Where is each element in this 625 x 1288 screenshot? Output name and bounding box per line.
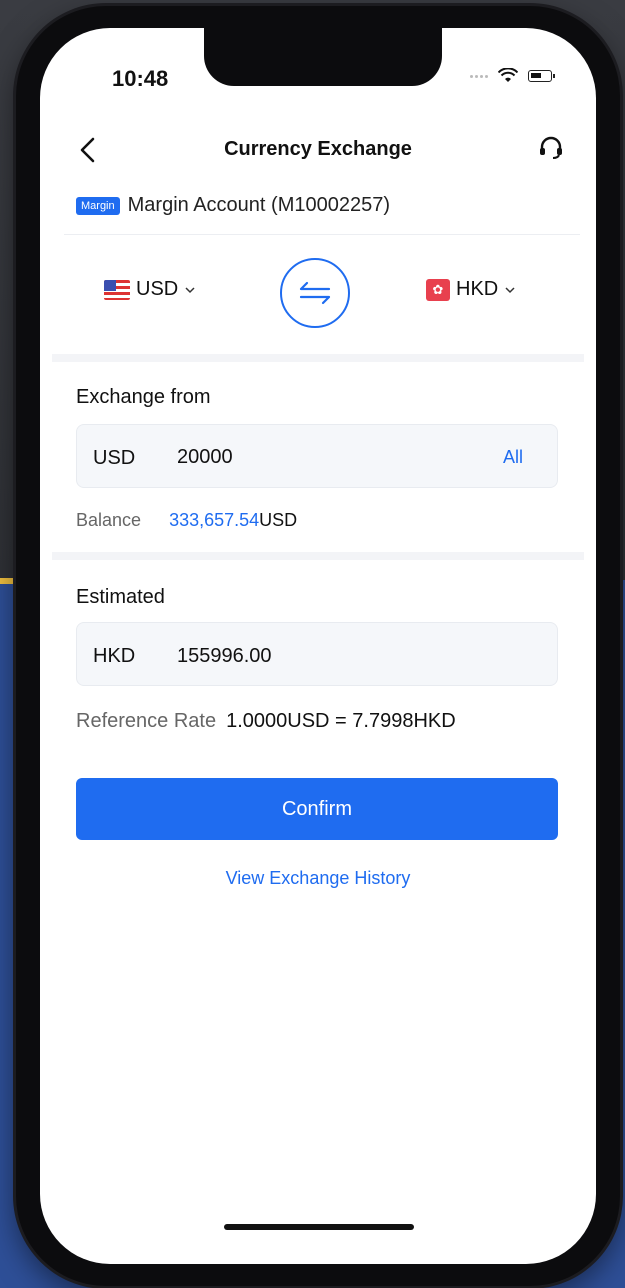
balance-amount: 333,657.54 <box>169 510 260 530</box>
confirm-button[interactable]: Confirm <box>76 778 558 840</box>
section-divider <box>52 354 584 362</box>
reference-rate-label: Reference Rate <box>76 710 217 732</box>
page-title: Currency Exchange <box>224 138 412 160</box>
account-name: Margin Account (M10002257) <box>127 194 390 216</box>
from-currency-selector[interactable]: USD <box>104 278 196 301</box>
chevron-down-icon <box>185 286 195 293</box>
balance-row: Balance 333,657.54USD <box>76 510 297 531</box>
reference-rate-value: 1.0000USD = 7.7998HKD <box>226 710 456 732</box>
exchange-from-field[interactable]: USD All <box>76 424 558 488</box>
estimated-amount: 155996.00 <box>177 645 272 667</box>
estimated-label: Estimated <box>76 586 165 608</box>
view-exchange-history-link[interactable]: View Exchange History <box>40 868 596 889</box>
phone-frame: 10:48 Currency Exchange Margin Margin Ac… <box>16 6 620 1286</box>
wifi-icon <box>498 68 518 82</box>
margin-badge: Margin <box>76 196 120 215</box>
swap-currency-button[interactable] <box>280 258 350 328</box>
header: Currency Exchange <box>40 128 596 176</box>
hk-flag-icon: ✿ <box>426 278 450 301</box>
divider <box>64 234 580 235</box>
exchange-from-label: Exchange from <box>76 386 211 408</box>
section-divider <box>52 552 584 560</box>
estimated-currency: HKD <box>93 645 136 667</box>
headset-icon <box>540 136 562 159</box>
customer-support-button[interactable] <box>536 134 566 164</box>
reference-rate-row: Reference Rate 1.0000USD = 7.7998HKD <box>76 710 456 733</box>
from-currency-code: USD <box>136 278 179 300</box>
balance-unit: USD <box>259 510 298 530</box>
all-button[interactable]: All <box>503 447 523 468</box>
phone-screen: 10:48 Currency Exchange Margin Margin Ac… <box>40 28 596 1264</box>
swap-arrows-icon <box>299 281 331 305</box>
estimated-field: HKD 155996.00 <box>76 622 558 686</box>
status-time: 10:48 <box>112 66 169 91</box>
to-currency-selector[interactable]: ✿ HKD <box>426 278 516 301</box>
status-icons <box>470 68 555 84</box>
exchange-from-currency: USD <box>93 447 136 469</box>
balance-label: Balance <box>76 510 142 530</box>
balance-value: 333,657.54USD <box>169 510 297 531</box>
chevron-down-icon <box>505 286 515 293</box>
to-currency-code: HKD <box>456 278 499 300</box>
account-row: Margin Margin Account (M10002257) <box>76 194 390 217</box>
exchange-amount-input[interactable] <box>177 439 477 475</box>
phone-notch <box>204 28 442 86</box>
us-flag-icon <box>104 279 130 300</box>
battery-icon <box>528 70 555 82</box>
home-indicator <box>224 1224 414 1230</box>
signal-icon <box>470 74 488 78</box>
